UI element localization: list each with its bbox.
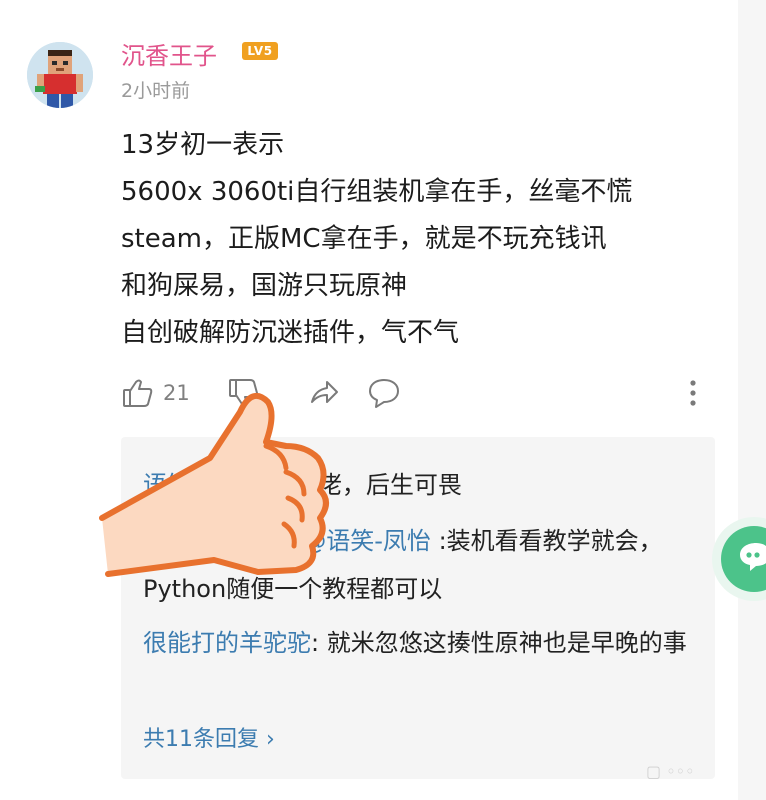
comment-line: 5600x 3060ti自行组装机拿在手，丝毫不慌: [121, 177, 633, 207]
reply-item[interactable]: 语笑-凤怡: nb大佬，后生可畏: [143, 461, 695, 509]
comment-username[interactable]: 沉香王子: [121, 36, 217, 71]
floating-chat-button[interactable]: [710, 515, 766, 603]
comment-timestamp: 2小时前: [121, 80, 191, 102]
comment-bubble-icon[interactable]: [367, 376, 401, 414]
thumb-up-icon[interactable]: [121, 376, 155, 414]
like-count: 21: [163, 381, 190, 405]
view-more-replies-link[interactable]: 共11条回复 ›: [143, 721, 275, 753]
pixel-character-avatar-icon: [27, 42, 93, 108]
reply-author[interactable]: 很能打的羊驼驼: [143, 629, 311, 657]
comment-body: 13岁初一表示 5600x 3060ti自行组装机拿在手，丝毫不慌 steam，…: [121, 122, 721, 357]
reply-item[interactable]: 很能打的羊驼驼: 就米忽悠这揍性原神也是早晚的事: [143, 619, 695, 667]
reply-item[interactable]: 沉香王子 回复 @语笑-凤怡 :装机看看教学就会，Python随便一个教程都可以: [143, 517, 695, 613]
share-icon[interactable]: [307, 376, 341, 414]
chevron-right-icon: ›: [266, 727, 275, 752]
comment-line: steam，正版MC拿在手，就是不玩充钱讯: [121, 224, 607, 254]
comment-action-bar: 21: [121, 373, 711, 413]
avatar[interactable]: [27, 42, 93, 108]
reply-text: : nb大佬，后生可畏: [247, 471, 462, 499]
user-level-badge: LV5: [242, 42, 278, 60]
reply-preview-box: 语笑-凤怡: nb大佬，后生可畏 沉香王子 回复 @语笑-凤怡 :装机看看教学就…: [121, 437, 715, 779]
comment-line: 13岁初一表示: [121, 130, 285, 160]
chat-bubble-icon: [712, 517, 766, 601]
thumb-down-icon[interactable]: [227, 376, 261, 414]
reply-mention[interactable]: @语笑-凤怡: [302, 527, 431, 555]
watermark: ▢ ◦◦◦: [646, 762, 695, 781]
comment-line: 和狗屎易，国游只玩原神: [121, 271, 408, 301]
reply-author[interactable]: 语笑-凤怡: [143, 471, 248, 499]
reply-text: : 就米忽悠这揍性原神也是早晚的事: [311, 629, 687, 657]
reply-author[interactable]: 沉香王子: [143, 527, 239, 555]
comment-line: 自创破解防沉迷插件，气不气: [121, 318, 460, 348]
more-replies-label: 共11条回复: [143, 727, 259, 752]
right-edge-strip: [738, 0, 766, 800]
reply-connector: 回复: [239, 527, 303, 555]
more-vertical-icon[interactable]: [683, 376, 703, 414]
